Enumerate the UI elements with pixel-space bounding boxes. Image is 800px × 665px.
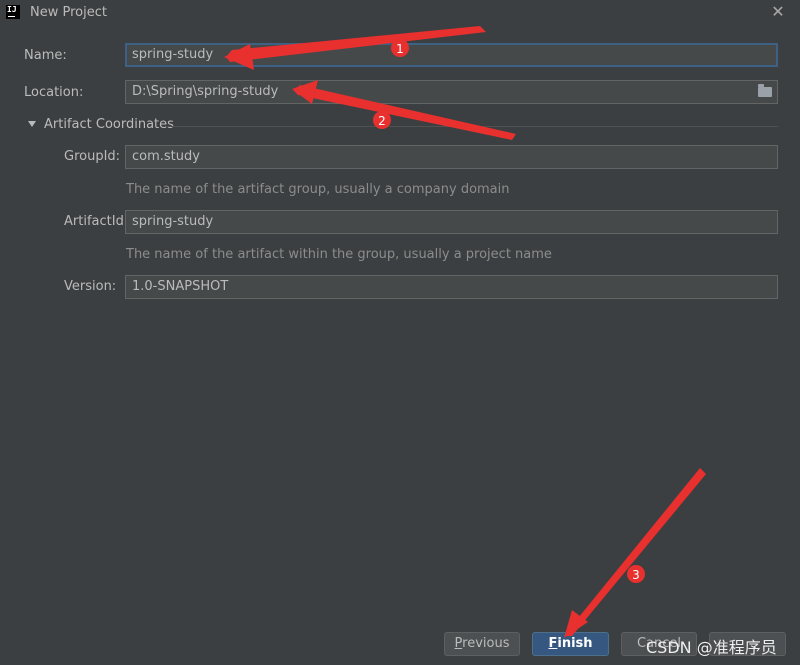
artifactid-hint: The name of the artifact within the grou… <box>126 247 552 262</box>
location-label: Location: <box>24 85 84 100</box>
location-value: D:\Spring\spring-study <box>132 84 279 99</box>
artifactid-label: ArtifactId: <box>64 214 129 229</box>
folder-icon[interactable] <box>758 84 772 97</box>
window-title: New Project <box>30 5 107 20</box>
marker-3: 3 <box>627 565 645 583</box>
marker-3-label: 3 <box>632 568 640 582</box>
finish-label-rest: inish <box>557 636 593 651</box>
close-icon[interactable]: ✕ <box>768 2 788 22</box>
arrow-3 <box>564 468 706 638</box>
section-title[interactable]: Artifact Coordinates <box>44 117 174 132</box>
location-input[interactable]: D:\Spring\spring-study <box>125 80 778 104</box>
previous-mnemonic: P <box>454 636 463 651</box>
groupid-label: GroupId: <box>64 149 121 164</box>
groupid-input[interactable]: com.study <box>125 145 778 169</box>
help-button[interactable] <box>709 632 786 656</box>
artifactid-input[interactable]: spring-study <box>125 210 778 234</box>
version-input[interactable]: 1.0-SNAPSHOT <box>125 275 778 299</box>
previous-button[interactable]: Previous <box>444 632 520 656</box>
name-input[interactable]: spring-study <box>125 43 778 67</box>
version-label: Version: <box>64 279 117 294</box>
section-divider <box>168 126 778 127</box>
title-bar: IJ New Project ✕ <box>0 0 800 26</box>
previous-label-rest: revious <box>462 636 510 651</box>
finish-button[interactable]: Finish <box>532 632 609 656</box>
name-label: Name: <box>24 48 67 63</box>
intellij-logo-icon: IJ <box>6 5 20 19</box>
collapse-triangle-icon[interactable] <box>28 121 36 127</box>
cancel-button[interactable]: Cancel <box>621 632 697 656</box>
groupid-hint: The name of the artifact group, usually … <box>126 182 510 197</box>
